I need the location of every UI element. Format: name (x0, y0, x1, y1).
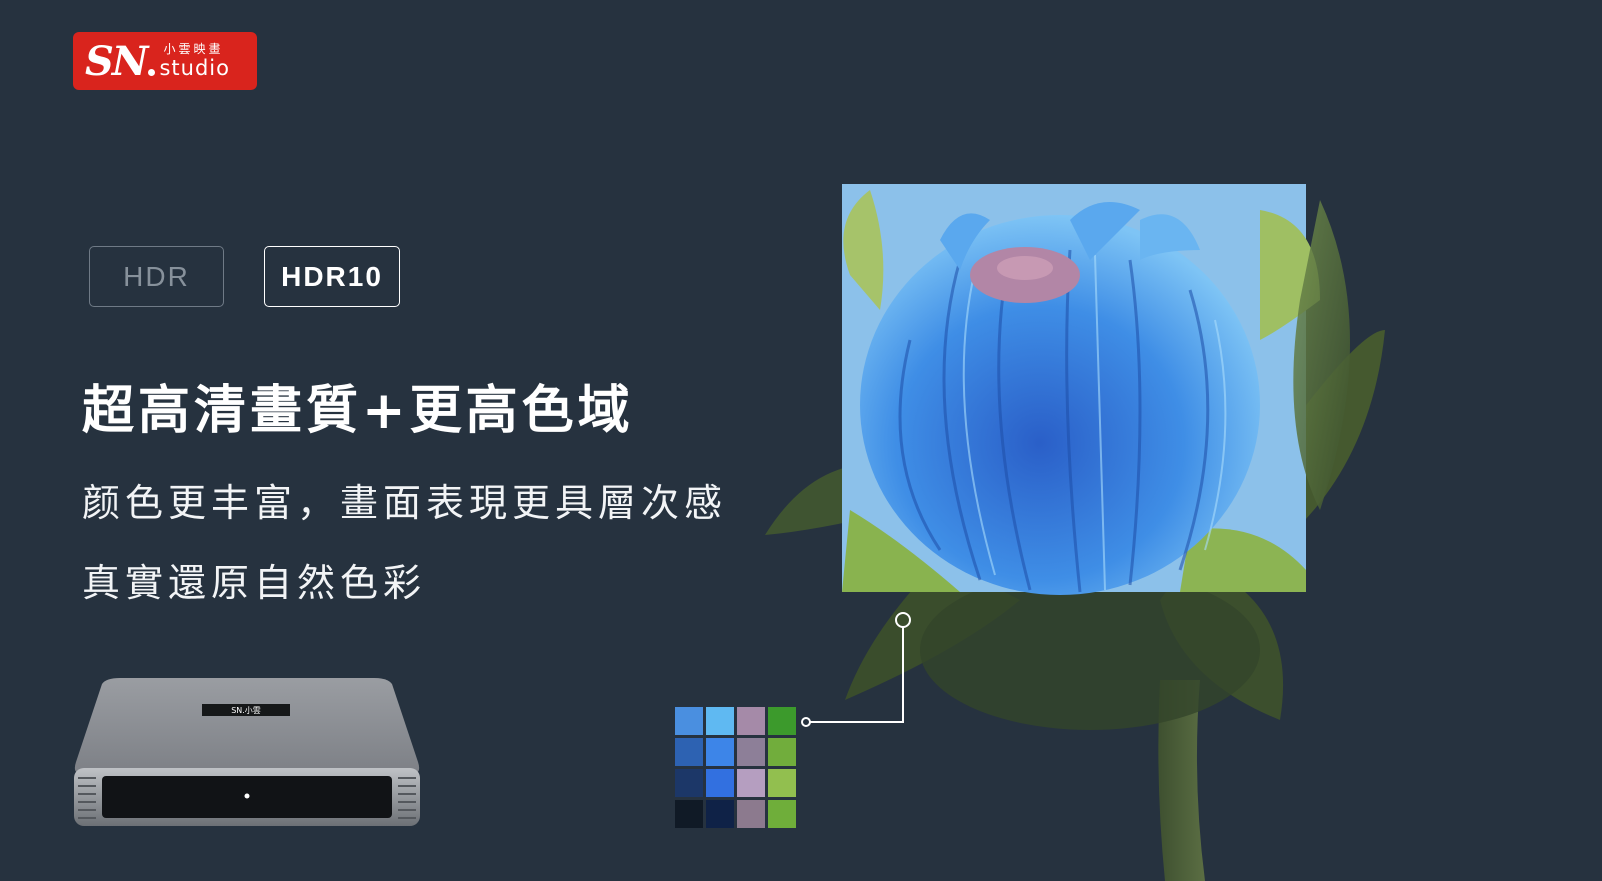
palette-swatch (706, 738, 734, 766)
palette-swatch (768, 800, 796, 828)
logo-dot (148, 68, 156, 76)
palette-swatch (675, 800, 703, 828)
palette-swatch (737, 738, 765, 766)
headline: 超高清畫質+更高色域 (82, 381, 634, 441)
palette-swatch (768, 769, 796, 797)
palette-swatch (706, 769, 734, 797)
subline-natural: 真實還原自然色彩 (82, 561, 427, 605)
media-player-device: SN.小雲 (74, 678, 420, 826)
palette-swatch (768, 707, 796, 735)
palette-swatch (675, 707, 703, 735)
logo-mark: SN (85, 37, 148, 85)
flower-illustration (765, 184, 1385, 881)
palette-swatch (737, 769, 765, 797)
palette-swatch (675, 769, 703, 797)
logo-name-en: studio (159, 56, 230, 80)
hdr10-badge: HDR10 (264, 246, 400, 307)
brand-logo: SN 小雲映畫 studio (73, 32, 257, 90)
palette-swatch (737, 707, 765, 735)
hdr-badge: HDR (89, 246, 224, 307)
palette-swatch (737, 800, 765, 828)
logo-text: 小雲映畫 studio (159, 43, 230, 79)
power-led-icon (244, 793, 250, 799)
palette-swatch (706, 800, 734, 828)
device-label: SN.小雲 (231, 706, 261, 715)
subline-colors: 颜色更丰富，畫面表現更具層次感 (82, 481, 728, 525)
color-palette (675, 707, 796, 828)
palette-swatch (768, 738, 796, 766)
palette-swatch (675, 738, 703, 766)
palette-swatch (706, 707, 734, 735)
logo-name-cn: 小雲映畫 (163, 42, 224, 56)
